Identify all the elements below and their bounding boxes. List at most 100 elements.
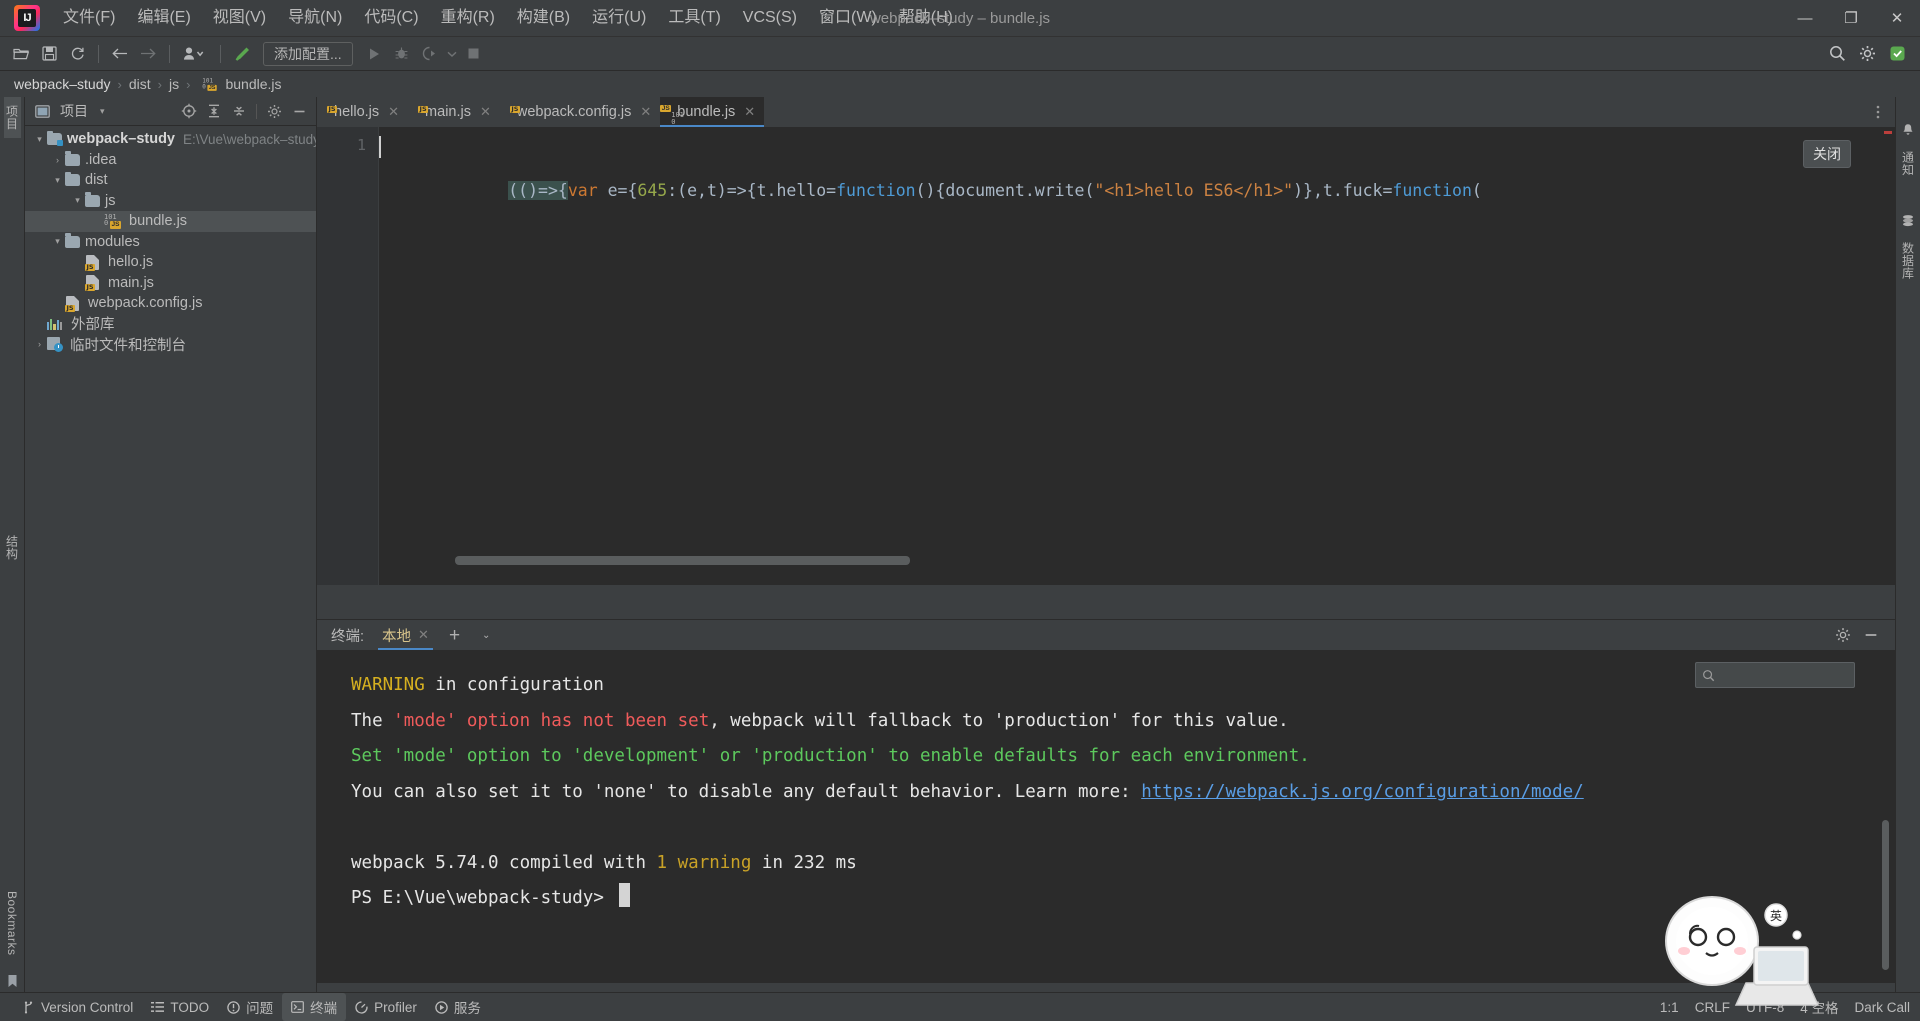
twisty-collapsed-icon[interactable]: › <box>51 155 64 165</box>
menu-vcs[interactable]: VCS(S) <box>732 5 808 30</box>
debug-bug-icon[interactable] <box>389 41 415 67</box>
menu-window[interactable]: 窗口(W) <box>808 5 888 30</box>
status-problems[interactable]: 问题 <box>218 993 282 1021</box>
breadcrumb-bundle[interactable]: bundle.js <box>225 76 281 92</box>
tree-node-webpack-config-js[interactable]: webpack.config.js <box>25 293 316 314</box>
editor-horizontal-scrollbar[interactable] <box>441 556 1865 565</box>
new-terminal-button[interactable]: + <box>443 626 466 645</box>
menu-view[interactable]: 视图(V) <box>202 5 277 30</box>
tree-node-idea[interactable]: › .idea <box>25 150 316 171</box>
tree-node-bundle-js[interactable]: 101 0 JS bundle.js <box>25 211 316 232</box>
tree-node-main-js[interactable]: main.js <box>25 273 316 294</box>
tree-node-webpack-study[interactable]: ▾ webpack–study E:\Vue\webpack–study <box>25 129 316 150</box>
run-coverage-icon[interactable] <box>417 41 443 67</box>
add-configuration-button[interactable]: 添加配置... <box>263 41 353 66</box>
indent-setting[interactable]: 4 空格 <box>1800 997 1838 1017</box>
bookmark-icon[interactable] <box>7 974 18 988</box>
close-icon[interactable]: ✕ <box>640 104 651 120</box>
breadcrumb-project[interactable]: webpack–study <box>14 76 111 92</box>
status-profiler[interactable]: Profiler <box>346 996 426 1019</box>
hammer-icon[interactable] <box>229 41 255 67</box>
terminal-tab-local[interactable]: 本地 ✕ <box>374 620 433 650</box>
tree-node-hello-js[interactable]: hello.js <box>25 252 316 273</box>
twisty-expanded-icon[interactable]: ▾ <box>51 236 64 247</box>
menu-run[interactable]: 运行(U) <box>581 5 657 30</box>
menu-navigate[interactable]: 导航(N) <box>277 5 353 30</box>
caret-position[interactable]: 1:1 <box>1660 1000 1679 1015</box>
twisty-expanded-icon[interactable]: ▾ <box>51 175 64 186</box>
terminal-link[interactable]: https://webpack.js.org/configuration/mod… <box>1141 782 1584 802</box>
chevron-down-icon[interactable]: ▾ <box>100 106 105 117</box>
arrow-left-icon[interactable] <box>107 41 133 67</box>
menu-edit[interactable]: 编辑(E) <box>126 5 201 30</box>
status-version-control[interactable]: Version Control <box>14 996 142 1019</box>
rail-tab-project[interactable]: 项目 <box>3 97 21 138</box>
expand-all-icon[interactable] <box>203 100 225 122</box>
file-encoding[interactable]: UTF-8 <box>1746 1000 1784 1015</box>
close-icon[interactable]: ✕ <box>388 104 399 120</box>
code-content[interactable]: (()=>{var e={645:(e,t)=>{t.hello=functio… <box>379 127 1881 585</box>
tree-node-external-libraries[interactable]: 外部库 <box>25 314 316 335</box>
save-icon[interactable] <box>36 41 62 67</box>
menu-refactor[interactable]: 重构(R) <box>430 5 506 30</box>
menu-help[interactable]: 帮助(H) <box>888 5 964 30</box>
terminal-search-field[interactable] <box>1695 662 1855 688</box>
terminal-scrollbar[interactable] <box>1882 820 1889 970</box>
terminal-prompt-line[interactable]: PS E:\Vue\webpack-study> <box>351 881 1895 917</box>
maximize-button[interactable]: ❐ <box>1828 0 1874 36</box>
editor-options[interactable] <box>1871 97 1895 127</box>
close-icon[interactable]: ✕ <box>480 104 491 120</box>
rail-tab-notifications[interactable]: 通知 <box>1900 143 1917 184</box>
menu-build[interactable]: 构建(B) <box>506 5 581 30</box>
code-editor[interactable]: 1 (()=>{var e={645:(e,t)=>{t.hello=funct… <box>317 127 1895 585</box>
collapse-all-icon[interactable] <box>228 100 250 122</box>
twisty-expanded-icon[interactable]: ▾ <box>33 134 46 145</box>
tree-node-js[interactable]: ▾ js <box>25 191 316 212</box>
gear-icon[interactable] <box>1854 41 1880 67</box>
gear-icon[interactable] <box>1831 623 1855 647</box>
menu-tools[interactable]: 工具(T) <box>657 5 731 30</box>
minimize-icon[interactable] <box>1859 623 1883 647</box>
tree-node-modules[interactable]: ▾ modules <box>25 232 316 253</box>
chevron-down-icon[interactable] <box>445 41 459 67</box>
gear-icon[interactable] <box>263 100 285 122</box>
search-icon[interactable] <box>1824 41 1850 67</box>
terminal-dropdown-icon[interactable]: ⌄ <box>476 630 496 641</box>
open-folder-icon[interactable] <box>8 41 34 67</box>
stop-square-icon[interactable] <box>461 41 487 67</box>
rail-tab-database-group[interactable]: 数据库 <box>1900 214 1917 288</box>
minimize-icon[interactable] <box>288 100 310 122</box>
close-icon[interactable]: ✕ <box>418 627 429 643</box>
tree-node-scratches-consoles[interactable]: › 临时文件和控制台 <box>25 334 316 355</box>
user-switch-icon[interactable] <box>178 41 212 67</box>
menu-file[interactable]: 文件(F) <box>52 5 126 30</box>
terminal-output[interactable]: WARNING in configuration The 'mode' opti… <box>317 650 1895 983</box>
arrow-right-icon[interactable] <box>135 41 161 67</box>
twisty-collapsed-icon[interactable]: › <box>33 339 46 349</box>
minimize-button[interactable]: — <box>1782 0 1828 36</box>
rail-tab-notifications-group[interactable]: 通知 <box>1900 123 1917 184</box>
editor-tab-webpack-config-js[interactable]: webpack.config.js ✕ <box>500 97 660 127</box>
menu-code[interactable]: 代码(C) <box>353 5 429 30</box>
rail-tab-database[interactable]: 数据库 <box>1900 234 1917 288</box>
close-button[interactable]: ✕ <box>1874 0 1920 36</box>
breadcrumb-js[interactable]: js <box>169 76 179 92</box>
rail-tab-structure[interactable]: 结构 <box>4 527 21 568</box>
project-tree[interactable]: ▾ webpack–study E:\Vue\webpack–study › .… <box>25 126 316 992</box>
line-separator[interactable]: CRLF <box>1695 1000 1730 1015</box>
editor-tab-hello-js[interactable]: hello.js ✕ <box>317 97 408 127</box>
close-icon[interactable]: ✕ <box>744 104 755 120</box>
crosshair-target-icon[interactable] <box>178 100 200 122</box>
refresh-icon[interactable] <box>64 41 90 67</box>
rail-tab-bookmarks[interactable]: Bookmarks <box>5 883 19 964</box>
status-todo[interactable]: TODO <box>142 996 218 1019</box>
editor-tab-bundle-js[interactable]: 101 0 JS bundle.js ✕ <box>660 97 765 127</box>
tree-node-dist[interactable]: ▾ dist <box>25 170 316 191</box>
breadcrumb-dist[interactable]: dist <box>129 76 151 92</box>
twisty-expanded-icon[interactable]: ▾ <box>71 195 84 206</box>
idea-update-icon[interactable] <box>1884 41 1910 67</box>
status-terminal[interactable]: 终端 <box>282 993 347 1021</box>
more-options-icon[interactable] <box>1871 105 1885 119</box>
editor-vertical-scrollbar[interactable] <box>1881 127 1895 585</box>
editor-tab-main-js[interactable]: main.js ✕ <box>408 97 500 127</box>
